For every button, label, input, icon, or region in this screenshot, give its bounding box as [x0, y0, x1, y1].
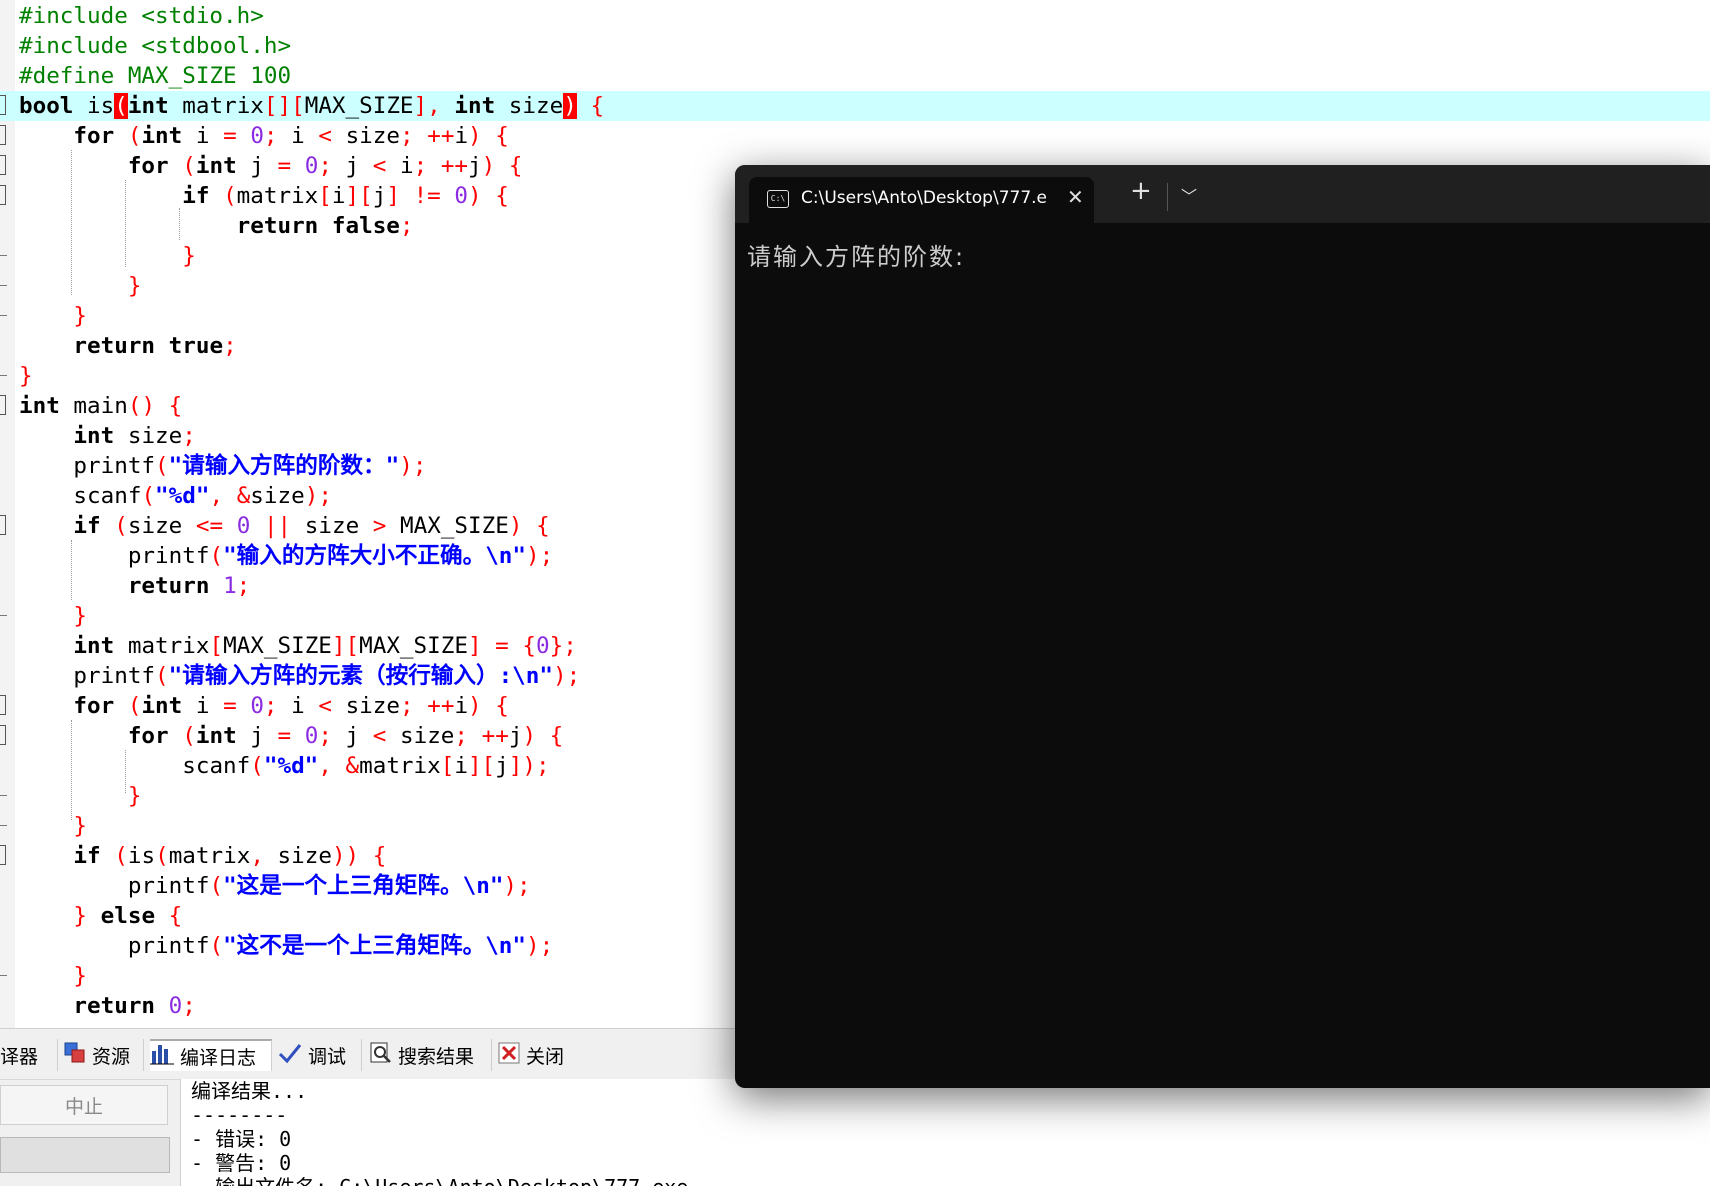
fold-end-marker [0, 825, 7, 826]
compile-progress-bar [0, 1137, 170, 1173]
fold-marker[interactable] [0, 515, 6, 535]
code-text: } [127, 273, 142, 299]
code-text: } [182, 243, 196, 269]
log-line: -------- [191, 1103, 288, 1127]
log-line: - 错误: 0 [191, 1127, 292, 1151]
fold-marker[interactable] [0, 845, 6, 865]
code-text: bool is(int matrix[][MAX_SIZE], int size… [19, 93, 605, 119]
close-icon [498, 1042, 520, 1069]
code-line[interactable]: #include <stdio.h> [0, 1, 1710, 31]
code-text: #include <stdio.h> [19, 3, 264, 29]
code-text: } [73, 303, 88, 329]
code-line-current[interactable]: bool is(int matrix[][MAX_SIZE], int size… [0, 91, 1710, 121]
code-text: printf("这不是一个上三角矩阵。\n"); [127, 933, 554, 959]
code-text: for (int i = 0; i < size; ++i) { [73, 123, 509, 149]
chevron-down-icon[interactable]: ﹀ [1181, 183, 1197, 207]
code-text: } else { [73, 903, 183, 929]
fold-marker[interactable] [0, 395, 6, 415]
abort-button[interactable]: 中止 [0, 1085, 168, 1125]
bottom-panel: 译器 资源 编译日志 调试 搜索结果 关闭 中止 编译结果... -------… [0, 1028, 740, 1186]
code-text: } [19, 363, 33, 389]
code-text: printf("输入的方阵大小不正确。\n"); [127, 543, 554, 569]
code-text: return 0; [73, 993, 196, 1019]
code-text: int size; [73, 423, 196, 449]
bar-chart-icon [150, 1043, 174, 1070]
code-text: } [73, 963, 88, 989]
code-text: if (is(matrix, size)) { [73, 843, 387, 869]
code-text: int main() { [19, 393, 183, 419]
fold-end-marker [0, 375, 7, 376]
terminal-output: 请输入方阵的阶数: [747, 243, 966, 271]
tab-label: 编译日志 [180, 1046, 257, 1069]
code-text: return 1; [127, 573, 251, 599]
abort-button-label: 中止 [64, 1095, 103, 1118]
log-line: - 输出文件名: C:\Users\Anto\Desktop\777.exe [191, 1175, 740, 1186]
fold-marker[interactable] [0, 695, 6, 715]
fold-marker[interactable] [0, 185, 6, 205]
fold-end-marker [0, 285, 7, 286]
tab-debug[interactable]: 调试 [278, 1039, 362, 1071]
log-line: 编译结果... [191, 1079, 308, 1103]
code-text: } [73, 603, 88, 629]
tab-label: 资源 [92, 1045, 131, 1068]
log-line: - 警告: 0 [191, 1151, 292, 1175]
terminal-tab-title: C:\Users\Anto\Desktop\777.exe [801, 188, 1046, 208]
fold-end-marker [0, 975, 7, 976]
code-line[interactable]: for (int i = 0; i < size; ++i) { [0, 121, 1710, 151]
tab-resources[interactable]: 资源 [62, 1039, 144, 1071]
code-line[interactable]: #define MAX_SIZE 100 [0, 61, 1710, 91]
tab-compiler[interactable]: 译器 [0, 1039, 58, 1071]
tab-close[interactable]: 关闭 [498, 1039, 578, 1071]
code-text: scanf("%d", &matrix[i][j]); [182, 753, 550, 779]
code-text: for (int j = 0; j < i; ++j) { [127, 153, 523, 179]
check-icon [278, 1042, 302, 1069]
resources-icon [64, 1042, 86, 1069]
code-text: printf("请输入方阵的阶数："); [73, 453, 427, 479]
code-text: scanf("%d", &size); [73, 483, 332, 509]
new-tab-icon[interactable]: + [1130, 176, 1152, 206]
code-line[interactable]: #include <stdbool.h> [0, 31, 1710, 61]
terminal-window[interactable]: C:\ C:\Users\Anto\Desktop\777.exe ✕ + ﹀ … [735, 165, 1710, 1088]
bottom-tab-bar: 译器 资源 编译日志 调试 搜索结果 关闭 [0, 1029, 740, 1080]
code-text: } [73, 813, 88, 839]
code-text: #include <stdbool.h> [19, 33, 292, 59]
fold-end-marker [0, 795, 7, 796]
tab-separator [1167, 183, 1168, 211]
code-text: if (size <= 0 || size > MAX_SIZE) { [73, 513, 550, 539]
fold-marker[interactable] [0, 95, 6, 115]
fold-end-marker [0, 255, 7, 256]
code-text: #define MAX_SIZE 100 [19, 63, 292, 89]
tab-search-results[interactable]: 搜索结果 [370, 1039, 492, 1071]
code-text: } [127, 783, 142, 809]
terminal-tab[interactable]: C:\ C:\Users\Anto\Desktop\777.exe ✕ [749, 177, 1094, 223]
code-text: printf("请输入方阵的元素（按行输入）:\n"); [73, 663, 581, 689]
code-text: return false; [236, 213, 414, 239]
tab-label: 关闭 [526, 1045, 565, 1068]
code-text: for (int i = 0; i < size; ++i) { [73, 693, 509, 719]
tab-label: 搜索结果 [398, 1045, 475, 1068]
fold-marker[interactable] [0, 125, 6, 145]
code-text: printf("这是一个上三角矩阵。\n"); [127, 873, 531, 899]
fold-end-marker [0, 615, 7, 616]
close-tab-icon[interactable]: ✕ [1067, 185, 1084, 209]
search-icon [370, 1042, 392, 1069]
code-text: for (int j = 0; j < size; ++j) { [127, 723, 564, 749]
compile-log-output[interactable]: 编译结果... -------- - 错误: 0 - 警告: 0 - 输出文件名… [180, 1079, 740, 1186]
fold-end-marker [0, 315, 7, 316]
tab-compile-log[interactable]: 编译日志 [150, 1039, 272, 1071]
fold-marker[interactable] [0, 725, 6, 745]
fold-marker[interactable] [0, 155, 6, 175]
terminal-title-bar[interactable]: C:\ C:\Users\Anto\Desktop\777.exe ✕ + ﹀ [735, 165, 1710, 223]
code-text: return true; [73, 333, 237, 359]
tab-label: 译器 [0, 1045, 39, 1068]
code-text: if (matrix[i][j] != 0) { [182, 183, 509, 209]
code-text: int matrix[MAX_SIZE][MAX_SIZE] = {0}; [73, 633, 577, 659]
tab-label: 调试 [308, 1045, 347, 1068]
console-app-icon: C:\ [767, 190, 789, 208]
